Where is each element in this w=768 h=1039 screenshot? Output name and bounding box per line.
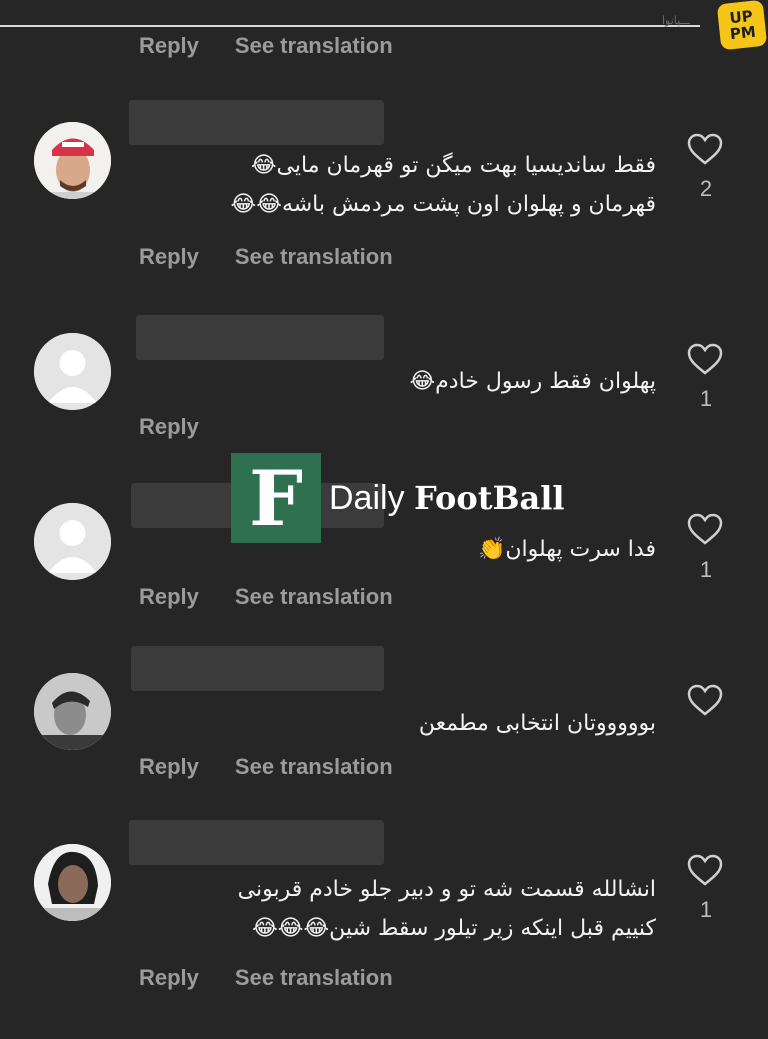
reply-button[interactable]: Reply: [139, 584, 199, 610]
comment-actions: Reply See translation: [139, 584, 393, 610]
like-heart-icon[interactable]: [686, 132, 724, 166]
comment-actions: Reply See translation: [139, 244, 393, 270]
like-heart-icon[interactable]: [686, 512, 724, 546]
username-blurred: [129, 820, 384, 865]
avatar[interactable]: [34, 844, 111, 921]
watermark-logo-box: F: [231, 453, 321, 543]
user-photo-icon: [34, 122, 111, 199]
reply-button[interactable]: Reply: [139, 33, 199, 59]
avatar[interactable]: [34, 673, 111, 750]
default-avatar-icon: [34, 503, 111, 580]
username-blurred: [131, 646, 384, 691]
like-count: 1: [699, 557, 713, 582]
reply-button[interactable]: Reply: [139, 244, 199, 270]
see-translation-button[interactable]: See translation: [235, 584, 393, 610]
like-count: 2: [699, 176, 713, 201]
like-heart-icon[interactable]: [686, 342, 724, 376]
comment-text: پهلوان فقط رسول خادم😂: [409, 369, 656, 394]
reply-button[interactable]: Reply: [139, 965, 199, 991]
avatar[interactable]: [34, 503, 111, 580]
default-avatar-icon: [34, 333, 111, 410]
like-count: 1: [699, 386, 713, 411]
comment-actions: Reply: [139, 414, 199, 440]
see-translation-button[interactable]: See translation: [235, 33, 393, 59]
like-heart-icon[interactable]: [686, 853, 724, 887]
faint-header-text: ـــپانوا: [662, 14, 691, 27]
avatar[interactable]: [34, 122, 111, 199]
user-photo-icon: [34, 673, 111, 750]
reply-button[interactable]: Reply: [139, 414, 199, 440]
top-divider: [0, 25, 700, 27]
comment-text: فقط ساندیسیا بهت میگن تو قهرمان مایی😂 قه…: [230, 153, 656, 217]
username-blurred: [129, 100, 384, 145]
daily-football-watermark: F Daily FootBall: [231, 452, 591, 544]
reply-button[interactable]: Reply: [139, 754, 199, 780]
see-translation-button[interactable]: See translation: [235, 244, 393, 270]
logo-line-2: PM: [728, 22, 757, 44]
watermark-text-regular: Daily: [329, 478, 415, 517]
comment-text: انشالله قسمت شه تو و دبیر جلو خادم قربون…: [237, 877, 656, 941]
comment-actions-previous: Reply See translation: [139, 33, 393, 59]
like-heart-icon[interactable]: [686, 683, 724, 717]
comment-actions: Reply See translation: [139, 754, 393, 780]
uppm-logo: UP PM: [716, 0, 768, 51]
username-blurred: [136, 315, 384, 360]
see-translation-button[interactable]: See translation: [235, 965, 393, 991]
comment-text: بوووووتان انتخابی مطمعن: [418, 711, 656, 736]
watermark-text: Daily FootBall: [329, 479, 565, 518]
like-count: 1: [699, 897, 713, 922]
comment-actions: Reply See translation: [139, 965, 393, 991]
watermark-text-bold: FootBall: [414, 478, 565, 517]
avatar[interactable]: [34, 333, 111, 410]
user-photo-icon: [34, 844, 111, 921]
see-translation-button[interactable]: See translation: [235, 754, 393, 780]
